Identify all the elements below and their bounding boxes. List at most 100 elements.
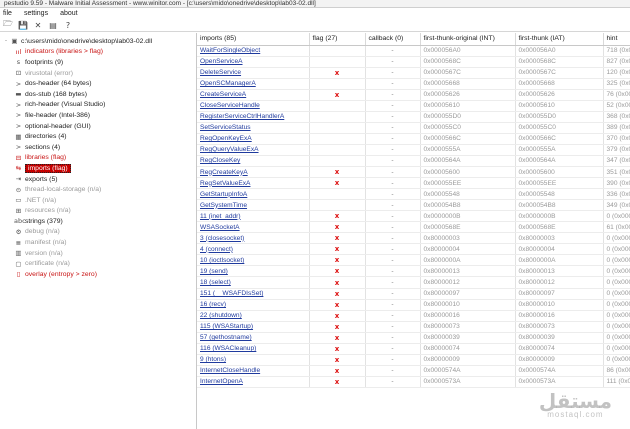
table-row[interactable]: GetStartupInfoA -0x00005548 0x00005548 336 … [197, 188, 630, 201]
table-row[interactable]: 16 (recv)x-0x800000100x800000100 (0x0000 [197, 299, 630, 311]
tree-item[interactable]: > sections (4) [0, 142, 196, 153]
import-name-cell[interactable]: GetSystemTime [197, 199, 310, 212]
tree-item[interactable]: ııl indicators (libraries > flag) [0, 47, 196, 58]
table-row[interactable]: 115 (WSAStartup) x -0x80000073 0x80000073 0 … [197, 321, 630, 333]
tree-item[interactable]: > optional-header (GUI) [0, 121, 196, 132]
tree-expander-icon[interactable]: - [2, 38, 10, 44]
import-name-cell[interactable]: RegSetValueExA [197, 177, 310, 190]
table-row[interactable]: 11 (inet_addr) x -0x0000000B 0x0000000B 0 (0… [197, 210, 630, 223]
import-name-cell[interactable]: 3 (closesocket) [197, 232, 310, 245]
import-name-cell[interactable]: InternetOpenA [197, 376, 310, 388]
table-row[interactable]: OpenServiceA -0x0000568C 0x0000568C 827 (0x… [197, 56, 630, 68]
import-name-cell[interactable]: 19 (send) [197, 265, 310, 278]
import-name-cell[interactable]: OpenSCManagerA [197, 78, 310, 90]
import-name-cell[interactable]: 116 (WSACleanup) [197, 343, 310, 355]
help-icon[interactable]: ? [63, 20, 73, 30]
tree-item[interactable]: ≣ manifest (n/a) [0, 237, 196, 248]
import-name-cell[interactable]: 22 (shutdown) [197, 310, 310, 322]
tree-item[interactable]: > file-header (Intel-386) [0, 110, 196, 121]
tree-item[interactable]: ▥ version (n/a) [0, 248, 196, 259]
table-row[interactable]: CreateServiceA x -0x00005626 0x00005626 76 (… [197, 89, 630, 101]
table-row[interactable]: CloseServiceHandle -0x00005610 0x00005610 5… [197, 100, 630, 112]
import-name-cell[interactable]: 151 (__WSAFDIsSet) [197, 288, 310, 300]
table-row[interactable]: 116 (WSACleanup) x -0x80000074 0x80000074 0 … [197, 343, 630, 355]
tree-item[interactable]: ꜱ footprints (9) [0, 57, 196, 68]
tree-item[interactable]: ⊞ resources (n/a) [0, 206, 196, 217]
table-row[interactable]: InternetOpenA x -0x0000573A 0x0000573A 111 (… [197, 376, 630, 388]
menu-settings[interactable]: settings [24, 10, 48, 17]
import-name-cell[interactable]: RegOpenKeyExA [197, 133, 310, 145]
table-row[interactable]: RegCloseKey-0x0000564A0x0000564A347 (0x0… [197, 155, 630, 168]
import-name-cell[interactable]: DeleteService [197, 67, 310, 79]
column-header-int[interactable]: first-thunk-original (INT) [420, 33, 516, 46]
import-name-cell[interactable]: 9 (htons) [197, 354, 310, 366]
tree-item[interactable]: > rich-header (Visual Studio) [0, 100, 196, 111]
import-name-cell[interactable]: 4 (connect) [197, 243, 310, 256]
table-row[interactable]: 18 (select) x -0x80000012 0x80000012 0 (0x00… [197, 276, 630, 289]
import-name-cell[interactable]: GetStartupInfoA [197, 188, 310, 201]
import-name-cell[interactable]: 11 (inet_addr) [197, 210, 310, 223]
tree-item[interactable]: > dos-header (64 bytes) [0, 78, 196, 89]
menu-about[interactable]: about [60, 10, 78, 17]
column-header-callback[interactable]: callback (0) [365, 33, 421, 46]
table-row[interactable]: 10 (ioctlsocket) x -0x8000000A 0x8000000A 0 … [197, 254, 630, 267]
table-row[interactable]: RegisterServiceCtrlHandlerA -0x000055D0 0x… [197, 111, 630, 123]
import-name-cell[interactable]: 10 (ioctlsocket) [197, 254, 310, 267]
import-name-cell[interactable]: 57 (gethostname) [197, 332, 310, 344]
import-name-cell[interactable]: RegCreateKeyA [197, 166, 310, 179]
table-row[interactable]: WaitForSingleObject -0x000056A0 0x000056A0… [197, 45, 630, 57]
tree-item[interactable]: ▢ certificate (n/a) [0, 258, 196, 269]
save-icon[interactable]: 💾 [18, 20, 28, 30]
tree-item[interactable]: - ▣ c:\users\mido\onedrive\desktop\lab03-0… [0, 36, 196, 47]
table-row[interactable]: 22 (shutdown) x -0x80000016 0x80000016 0 (0x… [197, 310, 630, 322]
table-row[interactable]: WSASocketAx-0x0000568E0x0000568E61 (0x00… [197, 221, 630, 234]
tree-item[interactable]: ▯ overlay (entropy > zero) [0, 269, 196, 280]
table-row[interactable]: RegQueryValueExA -0x0000555A 0x0000555A 379… [197, 144, 630, 156]
import-name-cell[interactable]: WaitForSingleObject [197, 45, 310, 57]
import-name-cell[interactable]: OpenServiceA [197, 56, 310, 68]
import-name-cell[interactable]: 16 (recv) [197, 299, 310, 311]
grid-icon[interactable]: ▤ [48, 20, 58, 30]
table-row[interactable]: 3 (closesocket) x -0x80000003 0x80000003 0 (… [197, 232, 630, 245]
import-name-cell[interactable]: CreateServiceA [197, 89, 310, 101]
table-row[interactable]: GetSystemTime -0x000054B8 0x000054B8 349 (0… [197, 199, 630, 212]
import-name-cell[interactable]: InternetCloseHandle [197, 365, 310, 377]
table-row[interactable]: 57 (gethostname) x -0x80000039 0x80000039 0 … [197, 332, 630, 344]
table-row[interactable]: 151 (__WSAFDIsSet) x -0x80000097 0x80000097… [197, 288, 630, 300]
import-name-cell[interactable]: SetServiceStatus [197, 122, 310, 134]
column-header-hint[interactable]: hint [603, 33, 630, 46]
table-row[interactable]: OpenSCManagerA -0x00005668 0x00005668 325 (… [197, 78, 630, 90]
import-name-cell[interactable]: RegisterServiceCtrlHandlerA [197, 111, 310, 123]
tree-item[interactable]: ▦ directories (4) [0, 131, 196, 142]
table-row[interactable]: 19 (send)x-0x800000130x800000130 (0x0000 [197, 265, 630, 278]
import-name-cell[interactable]: RegQueryValueExA [197, 144, 310, 156]
tree-item[interactable]: ⇥ exports (5) [0, 174, 196, 185]
table-row[interactable]: RegCreateKeyA x -0x00005600 0x00005600 351 (… [197, 166, 630, 179]
table-row[interactable]: RegOpenKeyExA -0x0000566C 0x0000566C 370 (0… [197, 133, 630, 145]
table-row[interactable]: DeleteService x -0x0000567C 0x0000567C 120 (… [197, 67, 630, 79]
import-name-cell[interactable]: RegCloseKey [197, 155, 310, 168]
tree-item[interactable]: ⇆ imports (flag) [0, 163, 196, 174]
tree-item[interactable]: ⊝ thread-local-storage (n/a) [0, 184, 196, 195]
close-file-icon[interactable]: ✕ [33, 20, 43, 30]
tree-item[interactable]: ⚙ debug (n/a) [0, 227, 196, 238]
column-header-flag[interactable]: flag (27) [309, 33, 366, 46]
table-row[interactable]: 4 (connect) x -0x80000004 0x80000004 0 (0x00… [197, 243, 630, 256]
table-row[interactable]: 9 (htons)x-0x800000090x800000090 (0x0000 [197, 354, 630, 366]
import-name-cell[interactable]: CloseServiceHandle [197, 100, 310, 112]
table-row[interactable]: RegSetValueExA x -0x000055EE 0x000055EE 390 … [197, 177, 630, 190]
import-name-cell[interactable]: 18 (select) [197, 276, 310, 289]
table-row[interactable]: SetServiceStatus -0x000055C0 0x000055C0 389… [197, 122, 630, 134]
tree-item[interactable]: abc strings (379) [0, 216, 196, 227]
table-row[interactable]: InternetCloseHandle x -0x0000574A 0x0000574… [197, 365, 630, 377]
tree-item[interactable]: ▬ dos-stub (168 bytes) [0, 89, 196, 100]
tree-item[interactable]: ⊡ virustotal (error) [0, 68, 196, 79]
column-header-iat[interactable]: first-thunk (IAT) [515, 33, 604, 46]
open-icon[interactable]: 🗁 [3, 19, 13, 30]
menu-file[interactable]: file [3, 10, 12, 17]
tree-item[interactable]: ▭ .NET (n/a) [0, 195, 196, 206]
import-name-cell[interactable]: WSASocketA [197, 221, 310, 234]
import-name-cell[interactable]: 115 (WSAStartup) [197, 321, 310, 333]
tree-item[interactable]: ⊟ libraries (flag) [0, 153, 196, 164]
column-header-imports[interactable]: imports (85) [197, 33, 310, 46]
